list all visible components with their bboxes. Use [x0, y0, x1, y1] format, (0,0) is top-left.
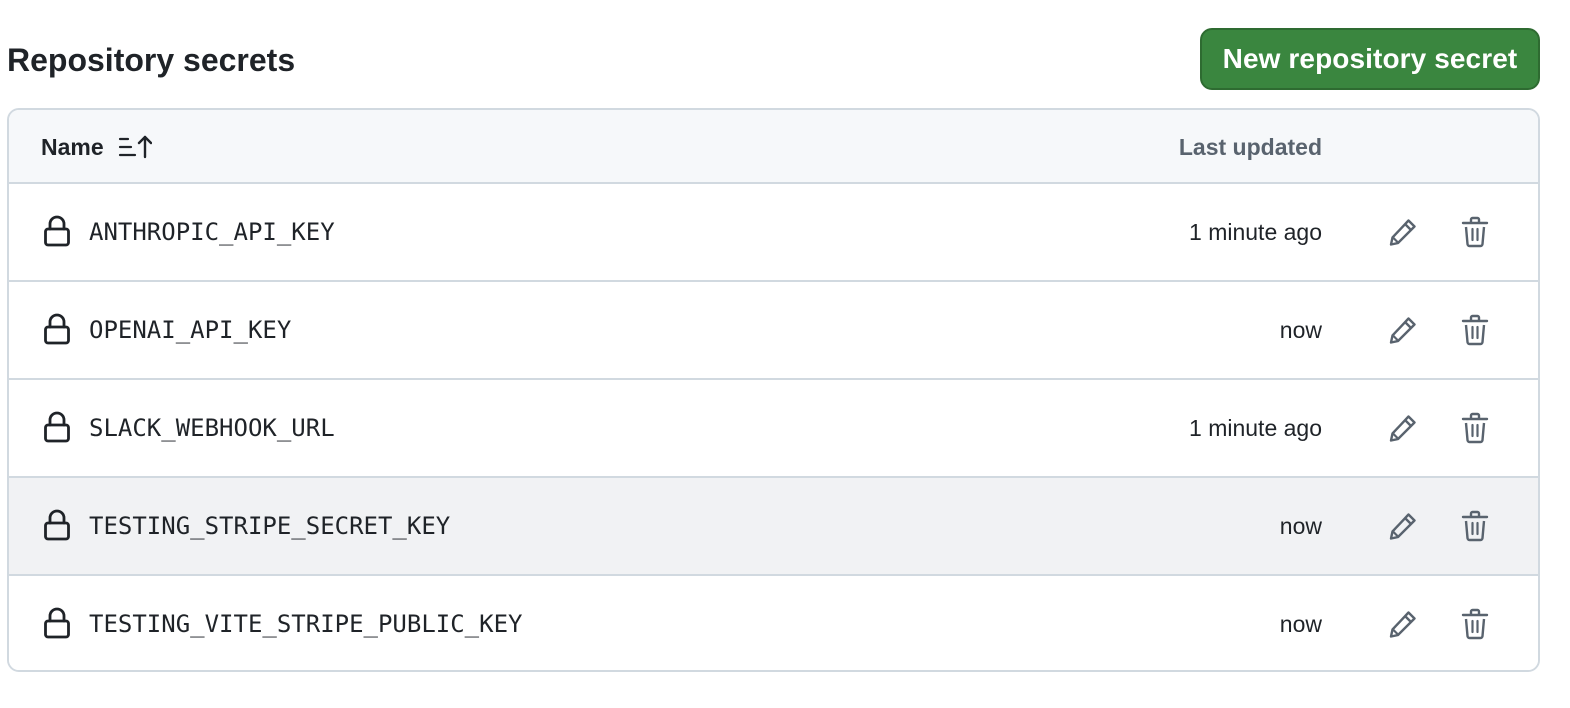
secrets-page: Repository secrets New repository secret…	[0, 0, 1570, 708]
pencil-icon	[1389, 415, 1416, 442]
secret-row: ANTHROPIC_API_KEY 1 minute ago	[9, 184, 1538, 282]
edit-secret-button[interactable]	[1383, 506, 1423, 546]
lock-icon	[43, 508, 71, 542]
table-header: Name Last updated	[9, 110, 1538, 184]
secret-name: ANTHROPIC_API_KEY	[89, 218, 335, 246]
trash-icon	[1461, 216, 1489, 248]
edit-secret-button[interactable]	[1383, 604, 1423, 644]
trash-icon	[1461, 314, 1489, 346]
secret-row: OPENAI_API_KEY now	[9, 282, 1538, 380]
last-updated-column-header: Last updated	[1178, 133, 1322, 160]
secret-row: TESTING_STRIPE_SECRET_KEY now	[9, 478, 1538, 576]
trash-icon	[1461, 510, 1489, 542]
name-column-header[interactable]: Name	[41, 110, 152, 184]
pencil-icon	[1389, 219, 1416, 246]
name-column-label: Name	[41, 133, 104, 160]
secret-last-updated: now	[1279, 512, 1322, 539]
sort-ascending-icon-svg	[118, 135, 152, 159]
secret-last-updated: 1 minute ago	[1189, 218, 1322, 245]
secret-name: SLACK_WEBHOOK_URL	[89, 414, 335, 442]
secrets-header: Repository secrets New repository secret	[7, 28, 1540, 92]
delete-secret-button[interactable]	[1455, 310, 1495, 350]
secrets-rows: ANTHROPIC_API_KEY 1 minute ago OPENAI_AP…	[9, 184, 1538, 670]
lock-icon	[43, 606, 71, 640]
secrets-table: Name Last updated ANTHROPIC_API_KEY 1 mi…	[7, 108, 1540, 672]
secret-name: TESTING_STRIPE_SECRET_KEY	[89, 512, 451, 540]
edit-secret-button[interactable]	[1383, 310, 1423, 350]
secret-name: TESTING_VITE_STRIPE_PUBLIC_KEY	[89, 610, 523, 638]
page-title: Repository secrets	[7, 42, 296, 78]
secret-row: TESTING_VITE_STRIPE_PUBLIC_KEY now	[9, 576, 1538, 670]
delete-secret-button[interactable]	[1455, 212, 1495, 252]
lock-icon	[43, 214, 71, 248]
trash-icon	[1461, 608, 1489, 640]
delete-secret-button[interactable]	[1455, 604, 1495, 644]
edit-secret-button[interactable]	[1383, 408, 1423, 448]
lock-icon	[43, 312, 71, 346]
sort-ascending-icon[interactable]	[118, 134, 152, 160]
edit-secret-button[interactable]	[1383, 212, 1423, 252]
delete-secret-button[interactable]	[1455, 408, 1495, 448]
secret-last-updated: now	[1279, 316, 1322, 343]
delete-secret-button[interactable]	[1455, 506, 1495, 546]
lock-icon	[43, 410, 71, 444]
pencil-icon	[1389, 513, 1416, 540]
new-repository-secret-button[interactable]: New repository secret	[1200, 28, 1540, 90]
secret-row: SLACK_WEBHOOK_URL 1 minute ago	[9, 380, 1538, 478]
secret-last-updated: now	[1279, 610, 1322, 637]
pencil-icon	[1389, 611, 1416, 638]
pencil-icon	[1389, 317, 1416, 344]
secret-last-updated: 1 minute ago	[1189, 414, 1322, 441]
secret-name: OPENAI_API_KEY	[89, 316, 292, 344]
trash-icon	[1461, 412, 1489, 444]
